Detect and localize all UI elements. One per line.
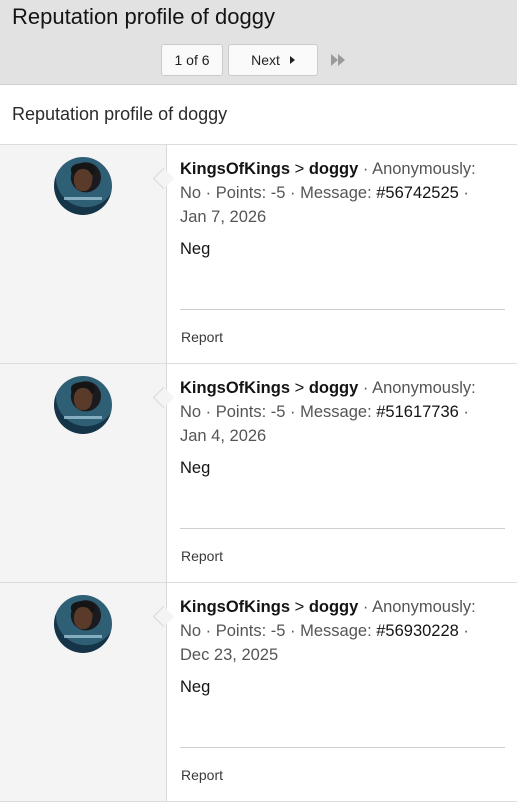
page-count-button[interactable]: 1 of 6 — [161, 44, 223, 76]
rep-entry: KingsOfKings > doggy · Anonymously: No ·… — [0, 145, 517, 364]
message-link[interactable]: #51617736 — [376, 403, 459, 421]
avatar[interactable] — [54, 595, 112, 653]
report-link[interactable]: Report — [181, 329, 223, 345]
avatar[interactable] — [54, 376, 112, 434]
arrow-separator: > — [290, 598, 309, 616]
pagination: 1 of 6 Next — [0, 44, 517, 76]
arrow-separator: > — [290, 379, 309, 397]
section-header: Reputation profile of doggy — [0, 85, 517, 145]
rep-comment: Neg — [180, 678, 211, 696]
giver-link[interactable]: KingsOfKings — [180, 598, 290, 616]
rep-meta: KingsOfKings > doggy · Anonymously: No ·… — [180, 595, 498, 667]
user-column — [0, 145, 167, 363]
section-title: Reputation profile of doggy — [12, 104, 228, 124]
user-column — [0, 364, 167, 582]
rep-comment: Neg — [180, 459, 211, 477]
rep-meta: KingsOfKings > doggy · Anonymously: No ·… — [180, 157, 498, 229]
rep-comment: Neg — [180, 240, 211, 258]
message-link[interactable]: #56930228 — [376, 622, 459, 640]
page-title: Reputation profile of doggy — [12, 4, 275, 29]
giver-link[interactable]: KingsOfKings — [180, 379, 290, 397]
divider — [180, 309, 505, 310]
rep-entry: KingsOfKings > doggy · Anonymously: No ·… — [0, 583, 517, 802]
arrow-separator: > — [290, 160, 309, 178]
divider — [180, 528, 505, 529]
divider — [180, 747, 505, 748]
receiver-link[interactable]: doggy — [309, 160, 359, 178]
message-link[interactable]: #56742525 — [376, 184, 459, 202]
avatar[interactable] — [54, 157, 112, 215]
chevron-right-icon — [289, 56, 295, 64]
next-page-button[interactable]: Next — [228, 44, 318, 76]
top-bar: Reputation profile of doggy 1 of 6 Next — [0, 0, 517, 85]
report-link[interactable]: Report — [181, 767, 223, 783]
rep-entry: KingsOfKings > doggy · Anonymously: No ·… — [0, 364, 517, 583]
next-label: Next — [251, 52, 280, 68]
user-column — [0, 583, 167, 801]
last-page-icon[interactable] — [331, 53, 347, 67]
giver-link[interactable]: KingsOfKings — [180, 160, 290, 178]
receiver-link[interactable]: doggy — [309, 598, 359, 616]
rep-meta: KingsOfKings > doggy · Anonymously: No ·… — [180, 376, 498, 448]
report-link[interactable]: Report — [181, 548, 223, 564]
receiver-link[interactable]: doggy — [309, 379, 359, 397]
